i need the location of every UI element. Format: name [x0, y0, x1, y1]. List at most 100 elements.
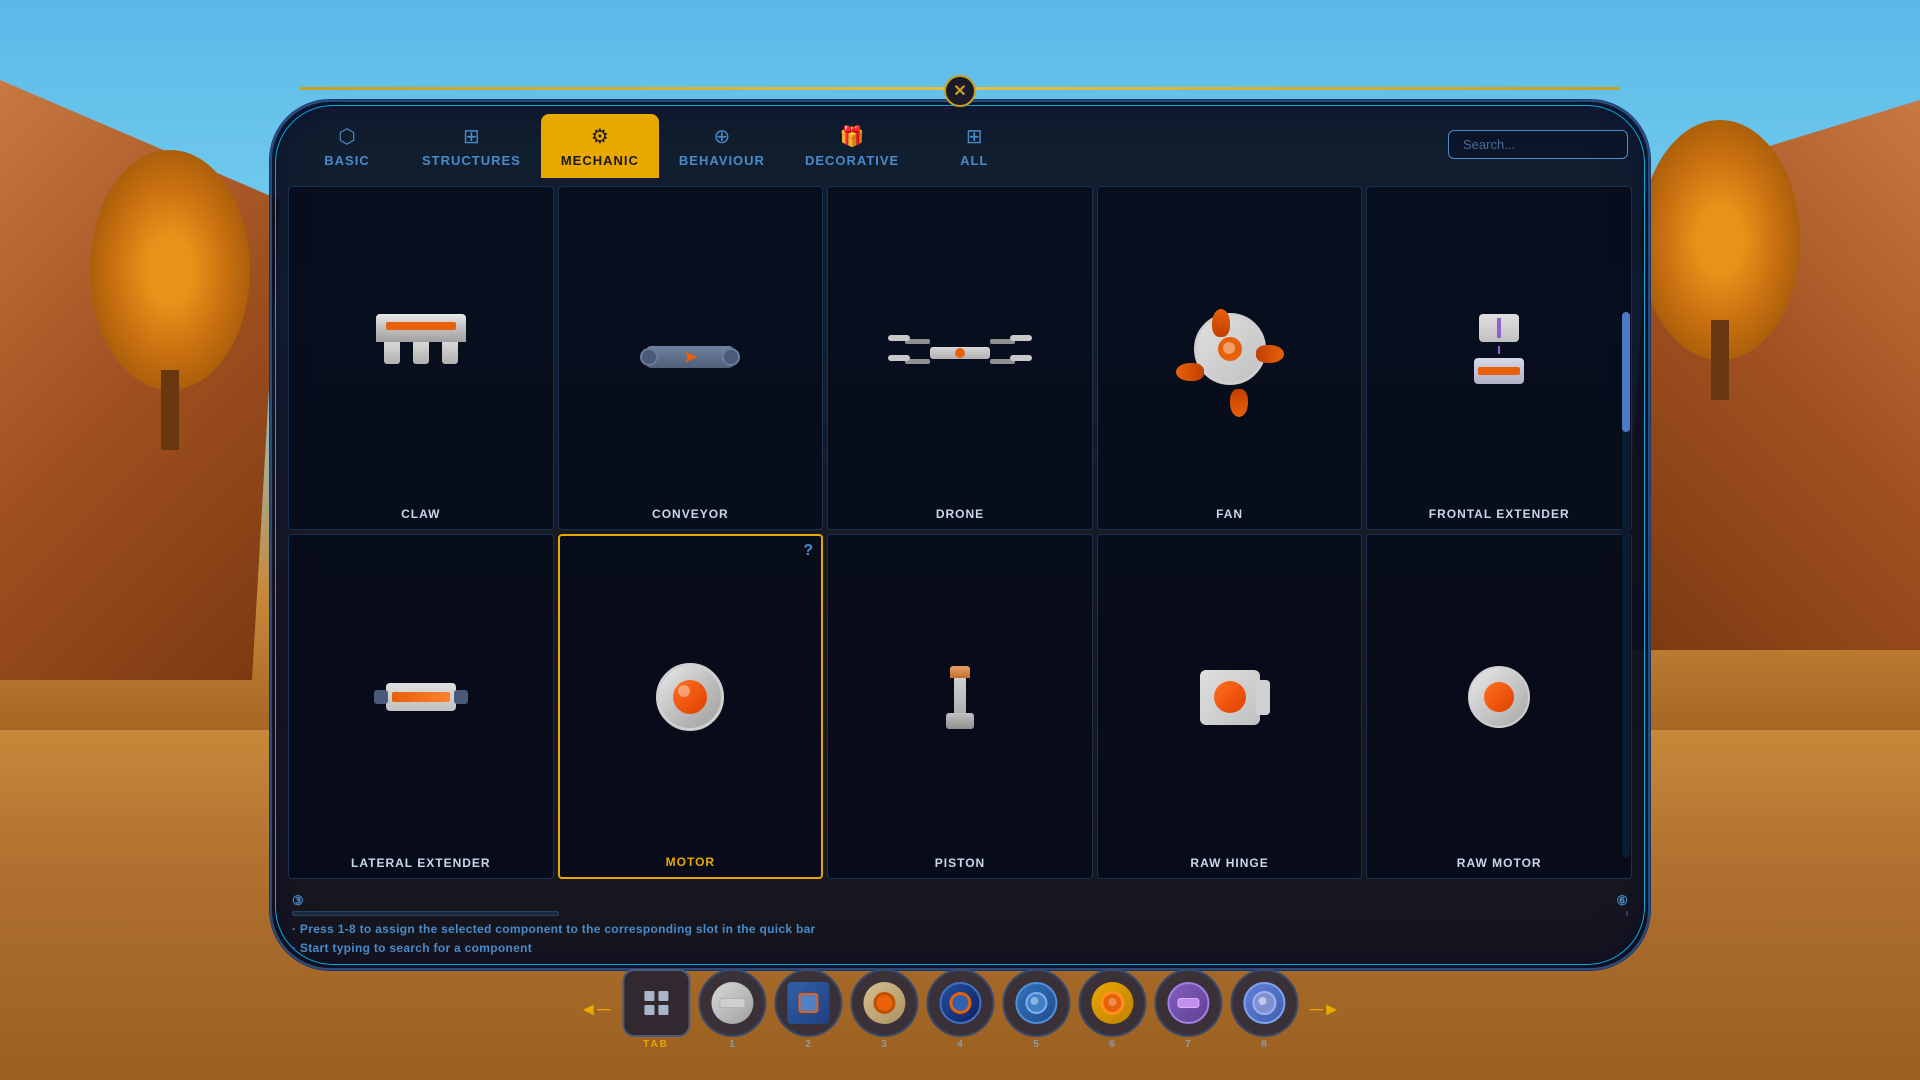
tab-basic[interactable]: ⬡ BASIC	[292, 114, 402, 178]
grid-item-drone[interactable]: DRONE	[827, 186, 1093, 530]
decorative-icon: 🎁	[840, 124, 865, 149]
drone-shape	[915, 314, 1005, 384]
quickbar-number-3: 3	[881, 1039, 887, 1050]
raw-motor-icon-area	[1373, 545, 1625, 849]
grid-item-raw-hinge[interactable]: RAW HINGE	[1097, 534, 1363, 878]
hint-1: · Press 1-8 to assign the selected compo…	[292, 920, 1628, 939]
motor-label: MOTOR	[666, 855, 715, 869]
question-mark-icon: ?	[803, 542, 813, 560]
raw-hinge-icon-area	[1104, 545, 1356, 849]
grid-item-piston[interactable]: PISTON	[827, 534, 1093, 878]
tab-decorative-label: DECORATIVE	[805, 153, 899, 168]
grid-item-fan[interactable]: FAN	[1097, 186, 1363, 530]
quickbar-number-1: 1	[729, 1039, 735, 1050]
quickbar-item-2[interactable]: 2	[774, 969, 842, 1050]
drone-label: DRONE	[936, 507, 984, 521]
quickbar-btn-7[interactable]	[1154, 969, 1222, 1037]
quickbar-btn-3[interactable]	[850, 969, 918, 1037]
raw-hinge-shape	[1185, 662, 1275, 732]
tab-all[interactable]: ⊞ ALL	[919, 114, 1029, 178]
tree-left	[80, 150, 260, 450]
piston-icon-area	[834, 545, 1086, 849]
motor-icon-area	[566, 546, 816, 848]
claw-shape	[376, 314, 466, 384]
mechanic-icon: ⚙	[591, 124, 609, 149]
quickbar-btn-8[interactable]	[1230, 969, 1298, 1037]
basic-icon: ⬡	[338, 124, 355, 149]
search-input[interactable]	[1448, 130, 1628, 159]
main-panel: ⬡ BASIC ⊞ STRUCTURES ⚙ MECHANIC ⊕ BEHAVI…	[270, 100, 1650, 970]
quickbar-item-3[interactable]: 3	[850, 969, 918, 1050]
slot-6-indicator: ⑥	[1616, 893, 1628, 909]
grid-item-raw-motor[interactable]: RAW MOTOR	[1366, 534, 1632, 878]
grid-item-motor[interactable]: ? MOTOR	[558, 534, 824, 878]
tab-label: TAB	[643, 1039, 669, 1050]
behaviour-icon: ⊕	[714, 124, 731, 149]
quickbar-btn-2[interactable]	[774, 969, 842, 1037]
tab-grid-icon[interactable]	[622, 969, 690, 1037]
tab-decorative[interactable]: 🎁 DECORATIVE	[785, 114, 919, 178]
scrollbar[interactable]	[1622, 312, 1630, 858]
scrollbar-thumb[interactable]	[1622, 312, 1630, 432]
grid-item-claw[interactable]: CLAW	[288, 186, 554, 530]
quickbar-item-8[interactable]: 8	[1230, 969, 1298, 1050]
quickbar-tab[interactable]: TAB	[622, 969, 690, 1050]
tab-basic-label: BASIC	[324, 153, 369, 168]
tree-right	[1620, 120, 1820, 400]
raw-motor-shape	[1454, 662, 1544, 732]
piston-shape	[915, 662, 1005, 732]
hint-2: · Start typing to search for a component	[292, 939, 1628, 958]
quickbar-item-6[interactable]: 6	[1078, 969, 1146, 1050]
tab-structures[interactable]: ⊞ STRUCTURES	[402, 114, 541, 178]
quickbar-item-5[interactable]: 5	[1002, 969, 1070, 1050]
frontal-extender-icon-area	[1373, 197, 1625, 501]
fan-icon-area	[1104, 197, 1356, 501]
grid-area: CLAW ➤ CONVEYOR	[272, 178, 1648, 887]
quickbar-btn-1[interactable]	[698, 969, 766, 1037]
lateral-extender-shape	[376, 662, 466, 732]
tab-behaviour-label: BEHAVIOUR	[679, 153, 765, 168]
quickbar-btn-6[interactable]	[1078, 969, 1146, 1037]
quickbar-number-2: 2	[805, 1039, 811, 1050]
quickbar-right-arrow: ─►	[1310, 999, 1341, 1020]
grid-item-lateral-extender[interactable]: LATERAL EXTENDER	[288, 534, 554, 878]
structures-icon: ⊞	[463, 124, 480, 149]
raw-hinge-label: RAW HINGE	[1190, 856, 1268, 870]
tab-mechanic[interactable]: ⚙ MECHANIC	[541, 114, 659, 178]
items-grid: CLAW ➤ CONVEYOR	[288, 186, 1632, 879]
quickbar-number-4: 4	[957, 1039, 963, 1050]
frontal-extender-label: FRONTAL EXTENDER	[1429, 507, 1570, 521]
grid-item-frontal-extender[interactable]: FRONTAL EXTENDER	[1366, 186, 1632, 530]
tab-all-label: ALL	[960, 153, 988, 168]
close-button[interactable]: ✕	[944, 75, 976, 107]
claw-label: CLAW	[401, 507, 440, 521]
lateral-extender-label: LATERAL EXTENDER	[351, 856, 491, 870]
quickbar: ◄─ TAB 1 2	[579, 969, 1340, 1050]
drone-icon-area	[834, 197, 1086, 501]
tab-bar: ⬡ BASIC ⊞ STRUCTURES ⚙ MECHANIC ⊕ BEHAVI…	[272, 102, 1648, 178]
tab-behaviour[interactable]: ⊕ BEHAVIOUR	[659, 114, 785, 178]
info-bar: ③ ⑥ · Press 1-8 to assign the selected c…	[272, 887, 1648, 968]
quickbar-left-arrow: ◄─	[579, 999, 610, 1020]
frontal-extender-shape	[1454, 314, 1544, 384]
grid-item-conveyor[interactable]: ➤ CONVEYOR	[558, 186, 824, 530]
quickbar-btn-4[interactable]	[926, 969, 994, 1037]
claw-icon-area	[295, 197, 547, 501]
quickbar-btn-5[interactable]	[1002, 969, 1070, 1037]
quickbar-number-8: 8	[1261, 1039, 1267, 1050]
tab-structures-label: STRUCTURES	[422, 153, 521, 168]
fan-shape	[1185, 314, 1275, 384]
conveyor-shape: ➤	[645, 314, 735, 384]
quickbar-item-7[interactable]: 7	[1154, 969, 1222, 1050]
quickbar-item-1[interactable]: 1	[698, 969, 766, 1050]
quickbar-number-7: 7	[1185, 1039, 1191, 1050]
quickbar-item-4[interactable]: 4	[926, 969, 994, 1050]
lateral-extender-icon-area	[295, 545, 547, 849]
tab-mechanic-label: MECHANIC	[561, 153, 639, 168]
quickbar-number-6: 6	[1109, 1039, 1115, 1050]
raw-motor-label: RAW MOTOR	[1457, 856, 1542, 870]
piston-label: PISTON	[935, 856, 985, 870]
all-icon: ⊞	[966, 124, 983, 149]
conveyor-label: CONVEYOR	[652, 507, 729, 521]
info-hints: · Press 1-8 to assign the selected compo…	[292, 920, 1628, 958]
